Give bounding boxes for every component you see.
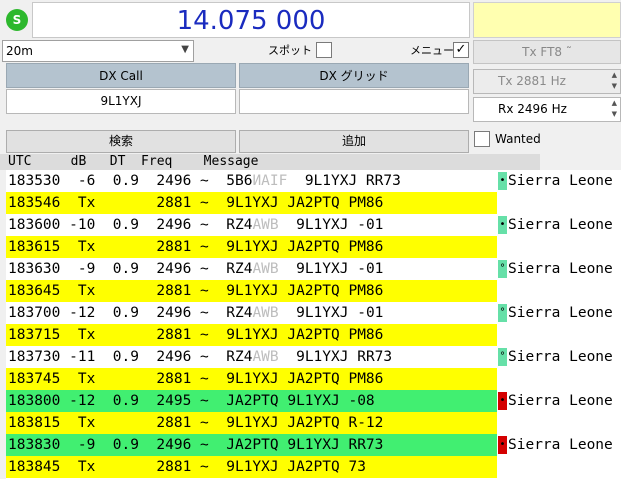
redacted-callsign: AWB xyxy=(252,261,279,277)
message-text: 183615 Tx 2881 ~ 9L1YXJ JA2PTQ PM86 xyxy=(8,239,384,255)
decode-row[interactable]: 183546 Tx 2881 ~ 9L1YXJ JA2PTQ PM86 xyxy=(6,192,621,214)
frequency-display: 14.075 000 xyxy=(32,2,470,38)
message-text: 183715 Tx 2881 ~ 9L1YXJ JA2PTQ PM86 xyxy=(8,327,384,343)
country-label: Sierra Leone xyxy=(508,261,613,277)
message-text: 183815 Tx 2881 ~ 9L1YXJ JA2PTQ R-12 xyxy=(8,415,384,431)
decode-message: 183730 -11 0.9 2496 ~ RZ4AWB 9L1YXJ RR73 xyxy=(6,346,497,368)
rx-frequency-spinbox[interactable]: Rx 2496 Hz ▲ ▼ xyxy=(473,97,621,122)
dx-grid-header: DX グリッド xyxy=(239,63,469,88)
message-text: 9L1YXJ -01 xyxy=(278,261,384,277)
status-mark-icon: ° xyxy=(498,348,507,366)
rx-frequency-value: Rx 2496 Hz xyxy=(498,102,567,116)
chevron-down-icon: ▼ xyxy=(181,44,189,55)
message-text: 183630 -9 0.9 2496 ~ RZ4 xyxy=(8,261,253,277)
decode-message: 183546 Tx 2881 ~ 9L1YXJ JA2PTQ PM86 xyxy=(6,192,497,214)
redacted-callsign: ИAIF xyxy=(252,173,288,189)
decode-row[interactable]: 183745 Tx 2881 ~ 9L1YXJ JA2PTQ PM86 xyxy=(6,368,621,390)
country-label: Sierra Leone xyxy=(508,173,613,189)
decode-message: 183700 -12 0.9 2496 ~ RZ4AWB 9L1YXJ -01 xyxy=(6,302,497,324)
message-text: 183530 -6 0.9 2496 ~ 5B6 xyxy=(8,173,253,189)
country-label: Sierra Leone xyxy=(508,393,613,409)
decode-row[interactable]: 183600 -10 0.9 2496 ~ RZ4AWB 9L1YXJ -01 •… xyxy=(6,214,621,236)
decode-message: 183800 -12 0.9 2495 ~ JA2PTQ 9L1YXJ -08 xyxy=(6,390,497,412)
decode-row[interactable]: 183645 Tx 2881 ~ 9L1YXJ JA2PTQ PM86 xyxy=(6,280,621,302)
message-text: 183546 Tx 2881 ~ 9L1YXJ JA2PTQ PM86 xyxy=(8,195,384,211)
message-text: 183745 Tx 2881 ~ 9L1YXJ JA2PTQ PM86 xyxy=(8,371,384,387)
message-text: 183845 Tx 2881 ~ 9L1YXJ JA2PTQ 73 xyxy=(8,459,366,475)
dx-grid-input[interactable] xyxy=(239,89,469,114)
country-label: Sierra Leone xyxy=(508,349,613,365)
decode-message: 183645 Tx 2881 ~ 9L1YXJ JA2PTQ PM86 xyxy=(6,280,497,302)
status-mark-icon: • xyxy=(498,436,507,454)
decode-message: 183600 -10 0.9 2496 ~ RZ4AWB 9L1YXJ -01 xyxy=(6,214,497,236)
message-text: 183700 -12 0.9 2496 ~ RZ4 xyxy=(8,305,253,321)
message-text: 183600 -10 0.9 2496 ~ RZ4 xyxy=(8,217,253,233)
message-text: 9L1YXJ -01 xyxy=(278,217,384,233)
status-mark-icon: • xyxy=(498,216,507,234)
message-text: 9L1YXJ -01 xyxy=(278,305,384,321)
menu-checkbox[interactable]: ✓ xyxy=(453,42,469,58)
message-text: 183800 -12 0.9 2495 ~ JA2PTQ 9L1YXJ -08 xyxy=(8,393,375,409)
tx-frequency-value: Tx 2881 Hz xyxy=(498,74,566,88)
decode-message: 183630 -9 0.9 2496 ~ RZ4AWB 9L1YXJ -01 xyxy=(6,258,497,280)
decode-row[interactable]: 183715 Tx 2881 ~ 9L1YXJ JA2PTQ PM86 xyxy=(6,324,621,346)
dx-call-header: DX Call xyxy=(6,63,236,88)
message-text: 9L1YXJ RR73 xyxy=(278,349,393,365)
menu-label: メニュー xyxy=(410,44,454,57)
message-text: 9L1YXJ RR73 xyxy=(287,173,401,189)
redacted-callsign: AWB xyxy=(252,349,279,365)
status-s-icon: S xyxy=(6,9,28,31)
decode-row[interactable]: 183530 -6 0.9 2496 ~ 5B6ИAIF 9L1YXJ RR73… xyxy=(6,170,621,192)
decode-row[interactable]: 183830 -9 0.9 2496 ~ JA2PTQ 9L1YXJ RR73 •… xyxy=(6,434,621,456)
redacted-callsign: AWB xyxy=(252,305,279,321)
decode-row[interactable]: 183730 -11 0.9 2496 ~ RZ4AWB 9L1YXJ RR73… xyxy=(6,346,621,368)
country-label: Sierra Leone xyxy=(508,437,613,453)
status-mark-icon: • xyxy=(498,392,507,410)
status-mark-icon: ° xyxy=(498,304,507,322)
decode-message: 183815 Tx 2881 ~ 9L1YXJ JA2PTQ R-12 xyxy=(6,412,497,434)
wanted-label: Wanted xyxy=(495,132,541,146)
redacted-callsign: AWB xyxy=(252,217,279,233)
status-panel xyxy=(473,2,621,38)
decode-row[interactable]: 183815 Tx 2881 ~ 9L1YXJ JA2PTQ R-12 xyxy=(6,412,621,434)
band-value: 20m xyxy=(6,44,33,58)
message-text: 183730 -11 0.9 2496 ~ RZ4 xyxy=(8,349,253,365)
dx-call-input[interactable]: 9L1YXJ xyxy=(6,89,236,114)
spin-up-icon[interactable]: ▲ xyxy=(612,99,617,108)
decode-message: 183615 Tx 2881 ~ 9L1YXJ JA2PTQ PM86 xyxy=(6,236,497,258)
decode-row[interactable]: 183700 -12 0.9 2496 ~ RZ4AWB 9L1YXJ -01 °… xyxy=(6,302,621,324)
add-button[interactable]: 追加 xyxy=(239,130,469,153)
country-label: Sierra Leone xyxy=(508,217,613,233)
decode-row[interactable]: 183615 Tx 2881 ~ 9L1YXJ JA2PTQ PM86 xyxy=(6,236,621,258)
search-button[interactable]: 検索 xyxy=(6,130,236,153)
status-mark-icon: • xyxy=(498,172,507,190)
decode-message: 183745 Tx 2881 ~ 9L1YXJ JA2PTQ PM86 xyxy=(6,368,497,390)
tx-mode-button[interactable]: Tx FT8 ˜ xyxy=(473,40,621,64)
decode-message: 183530 -6 0.9 2496 ~ 5B6ИAIF 9L1YXJ RR73 xyxy=(6,170,497,192)
status-mark-icon: ° xyxy=(498,260,507,278)
decode-table[interactable]: 183530 -6 0.9 2496 ~ 5B6ИAIF 9L1YXJ RR73… xyxy=(6,170,621,479)
tx-frequency-spinbox[interactable]: Tx 2881 Hz ▲ ▼ xyxy=(473,69,621,94)
decode-column-header: UTC dB DT Freq Message xyxy=(0,154,540,170)
spin-down-icon[interactable]: ▼ xyxy=(612,82,617,91)
band-select[interactable]: 20m ▼ xyxy=(2,40,194,62)
spin-up-icon[interactable]: ▲ xyxy=(612,71,617,80)
message-text: 183830 -9 0.9 2496 ~ JA2PTQ 9L1YXJ RR73 xyxy=(8,437,384,453)
decode-row[interactable]: 183630 -9 0.9 2496 ~ RZ4AWB 9L1YXJ -01 ° S… xyxy=(6,258,621,280)
spin-down-icon[interactable]: ▼ xyxy=(612,110,617,119)
decode-message: 183845 Tx 2881 ~ 9L1YXJ JA2PTQ 73 xyxy=(6,456,497,478)
decode-row[interactable]: 183845 Tx 2881 ~ 9L1YXJ JA2PTQ 73 xyxy=(6,456,621,478)
decode-message: 183715 Tx 2881 ~ 9L1YXJ JA2PTQ PM86 xyxy=(6,324,497,346)
decode-row[interactable]: 183800 -12 0.9 2495 ~ JA2PTQ 9L1YXJ -08 •… xyxy=(6,390,621,412)
spot-label: スポット xyxy=(268,44,312,57)
wanted-checkbox[interactable] xyxy=(474,131,490,147)
message-text: 183645 Tx 2881 ~ 9L1YXJ JA2PTQ PM86 xyxy=(8,283,384,299)
spot-checkbox[interactable] xyxy=(316,42,332,58)
decode-message: 183830 -9 0.9 2496 ~ JA2PTQ 9L1YXJ RR73 xyxy=(6,434,497,456)
country-label: Sierra Leone xyxy=(508,305,613,321)
